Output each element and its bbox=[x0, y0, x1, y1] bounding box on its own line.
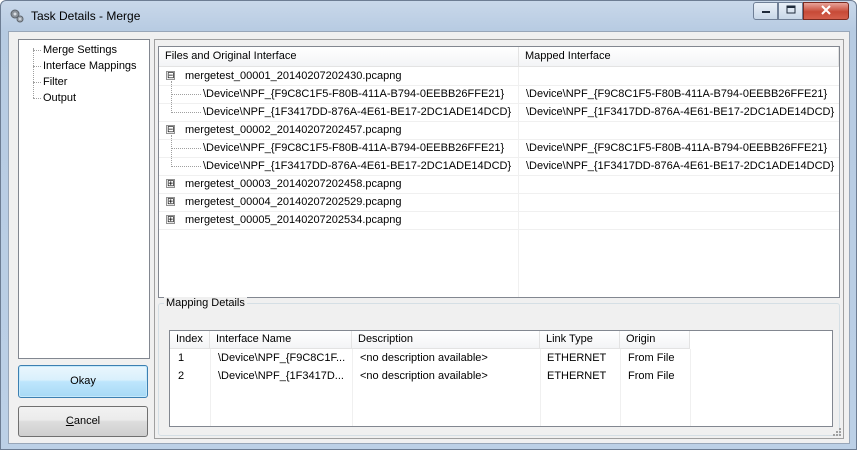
column-header-origin[interactable]: Origin bbox=[620, 331, 690, 349]
tree-connector bbox=[171, 148, 201, 149]
tree-connector bbox=[171, 166, 201, 167]
interface-mappings-panel: Files and Original Interface Mapped Inte… bbox=[154, 39, 844, 439]
interface-row[interactable]: \Device\NPF_{1F3417DD-876A-4E61-BE17-2DC… bbox=[159, 103, 839, 121]
tree-connector bbox=[33, 98, 41, 99]
index-cell: 2 bbox=[178, 370, 185, 382]
title-bar[interactable]: Task Details - Merge bbox=[1, 1, 856, 31]
tree-connector bbox=[33, 48, 34, 98]
mapped-interface[interactable]: \Device\NPF_{1F3417DD-876A-4E61-BE17-2DC… bbox=[526, 157, 834, 175]
interface-row[interactable]: \Device\NPF_{F9C8C1F5-F80B-411A-B794-0EE… bbox=[159, 135, 839, 167]
interface-name-cell: \Device\NPF_{1F3417D... bbox=[218, 370, 344, 382]
mapped-interface[interactable]: \Device\NPF_{1F3417DD-876A-4E61-BE17-2DC… bbox=[526, 103, 834, 121]
column-header-index[interactable]: Index bbox=[170, 331, 210, 349]
tree-connector bbox=[33, 82, 41, 83]
gear-icon bbox=[9, 8, 25, 24]
file-row[interactable]: ⊞ mergetest_00004_20140207202529.pcapng bbox=[159, 193, 839, 211]
original-interface: \Device\NPF_{F9C8C1F5-F80B-411A-B794-0EE… bbox=[203, 142, 505, 154]
dialog-client-area: Merge Settings Interface Mappings Filter… bbox=[8, 31, 850, 444]
link-type-cell: ETHERNET bbox=[547, 370, 607, 382]
row-divider bbox=[159, 229, 839, 230]
description-cell: <no description available> bbox=[360, 370, 488, 382]
file-name: mergetest_00002_20140207202457.pcapng bbox=[185, 124, 402, 136]
file-name: mergetest_00003_20140207202458.pcapng bbox=[185, 178, 402, 190]
table-row[interactable]: 2 \Device\NPF_{1F3417D... <no descriptio… bbox=[170, 367, 832, 385]
original-interface: \Device\NPF_{F9C8C1F5-F80B-411A-B794-0EE… bbox=[203, 88, 505, 100]
tree-connector bbox=[33, 50, 41, 51]
interface-name-cell: \Device\NPF_{F9C8C1F... bbox=[218, 352, 346, 364]
column-header-interface-name[interactable]: Interface Name bbox=[210, 331, 352, 349]
mapped-interface[interactable]: \Device\NPF_{F9C8C1F5-F80B-411A-B794-0EE… bbox=[526, 85, 827, 103]
file-row[interactable]: ⊞ mergetest_00003_20140207202458.pcapng bbox=[159, 175, 839, 193]
window-title: Task Details - Merge bbox=[31, 9, 141, 23]
collapse-icon[interactable]: ⊟ bbox=[166, 125, 175, 134]
mapping-details-table[interactable]: Index Interface Name Description Link Ty… bbox=[169, 330, 833, 427]
maximize-icon bbox=[786, 5, 796, 17]
table-row[interactable]: 1 \Device\NPF_{F9C8C1F... <no descriptio… bbox=[170, 349, 832, 367]
cancel-button[interactable]: Cancel bbox=[18, 406, 148, 437]
interface-row[interactable]: \Device\NPF_{1F3417DD-876A-4E61-BE17-2DC… bbox=[159, 157, 839, 175]
tree-connector bbox=[33, 66, 41, 67]
tree-connector bbox=[171, 112, 201, 113]
nav-item-interface-mappings[interactable]: Interface Mappings bbox=[43, 59, 137, 73]
column-header-files[interactable]: Files and Original Interface bbox=[159, 47, 519, 67]
expand-icon[interactable]: ⊞ bbox=[166, 179, 175, 188]
close-button[interactable] bbox=[803, 2, 849, 20]
collapse-icon[interactable]: ⊟ bbox=[166, 71, 175, 80]
origin-cell: From File bbox=[628, 352, 675, 364]
maximize-button[interactable] bbox=[778, 2, 803, 20]
expand-icon[interactable]: ⊞ bbox=[166, 197, 175, 206]
expand-icon[interactable]: ⊞ bbox=[166, 215, 175, 224]
file-name: mergetest_00001_20140207202430.pcapng bbox=[185, 70, 402, 82]
minimize-icon bbox=[761, 5, 771, 17]
description-cell: <no description available> bbox=[360, 352, 488, 364]
tree-connector bbox=[171, 94, 201, 95]
nav-item-merge-settings[interactable]: Merge Settings bbox=[43, 43, 117, 57]
mapped-interface[interactable]: \Device\NPF_{F9C8C1F5-F80B-411A-B794-0EE… bbox=[526, 139, 827, 157]
settings-nav-tree: Merge Settings Interface Mappings Filter… bbox=[18, 39, 150, 359]
file-name: mergetest_00004_20140207202529.pcapng bbox=[185, 196, 402, 208]
link-type-cell: ETHERNET bbox=[547, 352, 607, 364]
interface-row[interactable]: \Device\NPF_{F9C8C1F5-F80B-411A-B794-0EE… bbox=[159, 81, 839, 113]
minimize-button[interactable] bbox=[753, 2, 778, 20]
task-details-window: Task Details - Merge Merge Settings Inte… bbox=[0, 0, 857, 450]
column-header-description[interactable]: Description bbox=[352, 331, 540, 349]
mapping-details-title: Mapping Details bbox=[164, 297, 247, 309]
okay-button[interactable]: Okay bbox=[18, 365, 148, 398]
file-row[interactable]: ⊟ mergetest_00001_20140207202430.pcapng bbox=[159, 67, 839, 85]
resize-grip-icon[interactable] bbox=[832, 427, 842, 437]
column-header-link-type[interactable]: Link Type bbox=[540, 331, 620, 349]
origin-cell: From File bbox=[628, 370, 675, 382]
file-row[interactable]: ⊞ mergetest_00005_20140207202534.pcapng bbox=[159, 211, 839, 229]
file-row[interactable]: ⊟ mergetest_00002_20140207202457.pcapng bbox=[159, 121, 839, 139]
file-name: mergetest_00005_20140207202534.pcapng bbox=[185, 214, 402, 226]
nav-item-output[interactable]: Output bbox=[43, 91, 76, 105]
close-icon bbox=[820, 4, 832, 18]
index-cell: 1 bbox=[178, 352, 185, 364]
files-interface-list[interactable]: Files and Original Interface Mapped Inte… bbox=[158, 46, 840, 298]
nav-item-filter[interactable]: Filter bbox=[43, 75, 67, 89]
column-header-mapped[interactable]: Mapped Interface bbox=[519, 47, 839, 67]
original-interface: \Device\NPF_{1F3417DD-876A-4E61-BE17-2DC… bbox=[203, 106, 512, 118]
original-interface: \Device\NPF_{1F3417DD-876A-4E61-BE17-2DC… bbox=[203, 160, 512, 172]
mapping-details-group: Mapping Details Index Interface Name Des… bbox=[158, 297, 840, 436]
